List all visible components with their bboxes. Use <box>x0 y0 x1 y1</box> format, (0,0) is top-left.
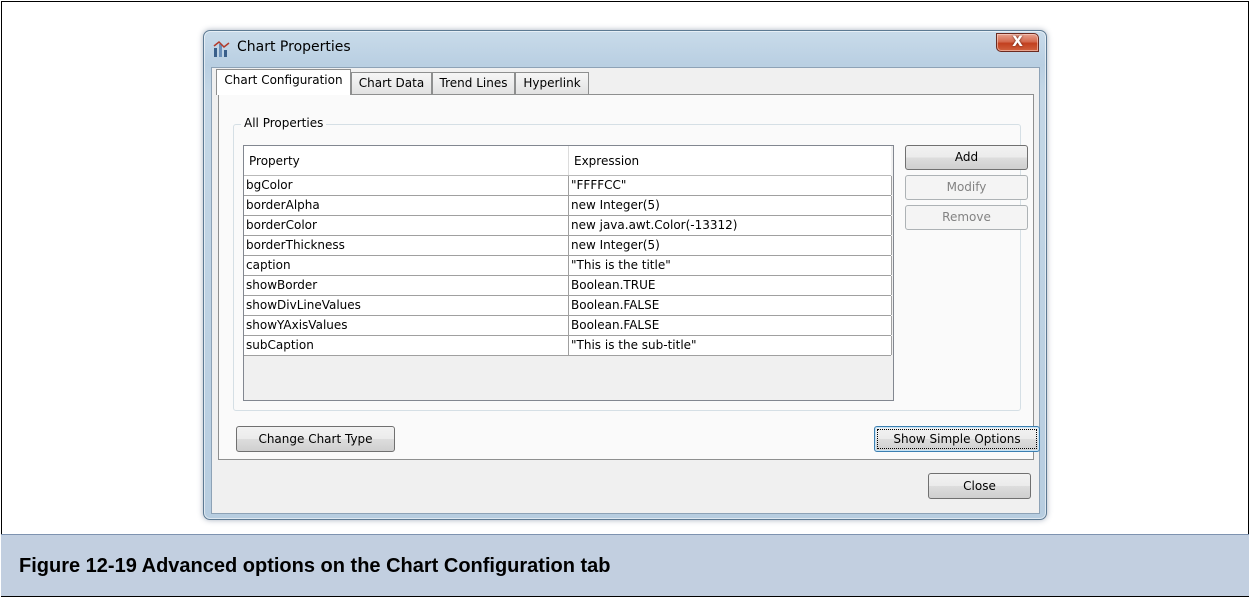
tab-label: Chart Data <box>358 76 425 90</box>
property-cell[interactable]: caption <box>244 256 569 275</box>
tab-label: Trend Lines <box>439 76 508 90</box>
table-row[interactable]: borderThickness new Integer(5) <box>244 236 892 256</box>
tab-chart-configuration[interactable]: Chart Configuration <box>216 69 351 95</box>
figure-caption-bar: Figure 12-19 Advanced options on the Cha… <box>1 534 1249 596</box>
property-cell[interactable]: borderThickness <box>244 236 569 255</box>
expression-cell[interactable]: new Integer(5) <box>569 236 892 255</box>
expression-cell[interactable]: Boolean.FALSE <box>569 296 892 315</box>
property-cell[interactable]: bgColor <box>244 176 569 195</box>
table-row[interactable]: showBorder Boolean.TRUE <box>244 276 892 296</box>
property-cell[interactable]: subCaption <box>244 336 569 355</box>
property-cell[interactable]: borderAlpha <box>244 196 569 215</box>
table-header: Property Expression <box>244 146 891 176</box>
tab-hyperlink[interactable]: Hyperlink <box>515 72 589 94</box>
table-row[interactable]: subCaption "This is the sub-title" <box>244 336 892 356</box>
property-cell[interactable]: showYAxisValues <box>244 316 569 335</box>
chart-configuration-panel: All Properties Property Expression bgCol… <box>218 94 1040 460</box>
group-label: All Properties <box>241 116 327 130</box>
property-cell[interactable]: showBorder <box>244 276 569 295</box>
expression-cell[interactable]: "FFFFCC" <box>569 176 892 195</box>
chart-properties-dialog: Chart Properties X Chart Configuration C… <box>203 30 1047 520</box>
expression-cell[interactable]: new java.awt.Color(-13312) <box>569 216 892 235</box>
show-simple-options-button[interactable]: Show Simple Options <box>874 426 1040 452</box>
property-cell[interactable]: showDivLineValues <box>244 296 569 315</box>
table-row[interactable]: borderColor new java.awt.Color(-13312) <box>244 216 892 236</box>
remove-button[interactable]: Remove <box>905 205 1028 230</box>
window-close-button[interactable]: X <box>996 33 1039 52</box>
table-row[interactable]: showYAxisValues Boolean.FALSE <box>244 316 892 336</box>
modify-button[interactable]: Modify <box>905 175 1028 200</box>
property-cell[interactable]: borderColor <box>244 216 569 235</box>
column-header-expression[interactable]: Expression <box>569 146 891 175</box>
close-button[interactable]: Close <box>928 473 1031 499</box>
expression-cell[interactable]: "This is the sub-title" <box>569 336 892 355</box>
tab-label: Hyperlink <box>523 76 581 90</box>
focus-indicator <box>877 429 1037 449</box>
dialog-client-area: Chart Configuration Chart Data Trend Lin… <box>211 67 1040 514</box>
expression-cell[interactable]: "This is the title" <box>569 256 892 275</box>
table-row[interactable]: showDivLineValues Boolean.FALSE <box>244 296 892 316</box>
expression-cell[interactable]: Boolean.TRUE <box>569 276 892 295</box>
change-chart-type-button[interactable]: Change Chart Type <box>236 426 395 452</box>
table-row[interactable]: bgColor "FFFFCC" <box>244 176 892 196</box>
tab-chart-data[interactable]: Chart Data <box>351 72 432 94</box>
close-icon: X <box>1012 34 1023 50</box>
chart-app-icon <box>213 40 230 57</box>
properties-table[interactable]: Property Expression bgColor "FFFFCC" bord… <box>243 145 894 401</box>
add-button[interactable]: Add <box>905 145 1028 170</box>
window-title: Chart Properties <box>237 39 351 55</box>
table-row[interactable]: caption "This is the title" <box>244 256 892 276</box>
column-header-property[interactable]: Property <box>244 146 569 175</box>
table-row[interactable]: borderAlpha new Integer(5) <box>244 196 892 216</box>
expression-cell[interactable]: new Integer(5) <box>569 196 892 215</box>
table-body: bgColor "FFFFCC" borderAlpha new Integer(5… <box>244 176 892 356</box>
expression-cell[interactable]: Boolean.FALSE <box>569 316 892 335</box>
figure-caption: Figure 12-19 Advanced options on the Cha… <box>19 555 611 577</box>
tab-label: Chart Configuration <box>224 73 343 87</box>
tab-trend-lines[interactable]: Trend Lines <box>432 72 515 94</box>
